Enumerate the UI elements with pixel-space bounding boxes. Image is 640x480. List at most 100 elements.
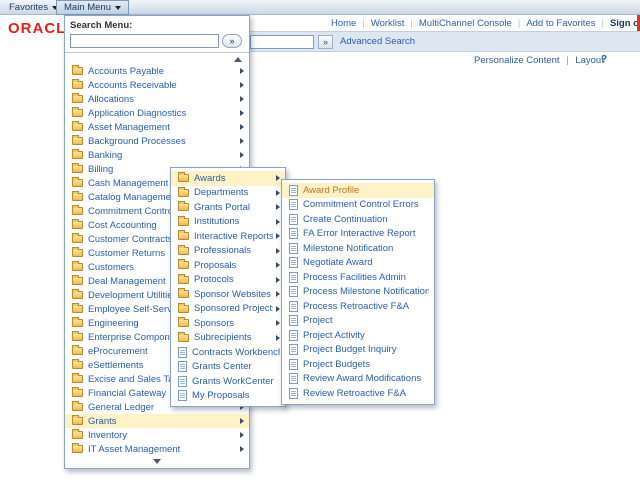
- menu-item[interactable]: Commitment Control Errors: [282, 198, 434, 213]
- menu-item[interactable]: Grants: [65, 414, 249, 428]
- menu-item-label: Process Facilities Admin: [303, 272, 429, 283]
- folder-icon: [178, 276, 189, 284]
- menu-item[interactable]: Create Continuation: [282, 212, 434, 227]
- nav-link[interactable]: Home: [331, 18, 356, 29]
- document-icon: [289, 228, 298, 239]
- menu-scroll-up-button[interactable]: [65, 54, 249, 64]
- menu-item[interactable]: Process Retroactive F&A: [282, 299, 434, 314]
- folder-icon: [72, 235, 83, 243]
- menu-item[interactable]: Background Processes: [65, 134, 249, 148]
- menu-item[interactable]: Institutions: [171, 215, 285, 230]
- document-icon: [289, 359, 298, 370]
- menu-item[interactable]: Grants WorkCenter: [171, 374, 285, 389]
- menu-item[interactable]: Review Retroactive F&A: [282, 386, 434, 401]
- menu-item-label: Sponsor Websites: [194, 289, 273, 300]
- nav-link[interactable]: Worklist: [356, 18, 404, 29]
- folder-icon: [72, 445, 83, 453]
- menu-item[interactable]: Project Activity: [282, 328, 434, 343]
- folder-icon: [72, 347, 83, 355]
- advanced-search-link[interactable]: Advanced Search: [340, 36, 415, 47]
- header-search-go-button[interactable]: »: [318, 35, 333, 49]
- document-icon: [289, 199, 298, 210]
- menu-item-label: Grants: [88, 416, 237, 427]
- menu-item[interactable]: Sponsored Projects Office: [171, 302, 285, 317]
- menu-item-label: Sponsors: [194, 318, 273, 329]
- menu-item[interactable]: My Proposals: [171, 389, 285, 404]
- search-menu-title: Search Menu:: [70, 20, 244, 31]
- menu-item[interactable]: Project Budgets: [282, 357, 434, 372]
- menu-item-label: Interactive Reports: [194, 231, 273, 242]
- menu-item[interactable]: Interactive Reports: [171, 229, 285, 244]
- menu-item-label: FA Error Interactive Report: [303, 228, 429, 239]
- menu-item[interactable]: Grants Center: [171, 360, 285, 375]
- menu-item[interactable]: Contracts Workbench: [171, 345, 285, 360]
- folder-icon: [72, 389, 83, 397]
- menu-item[interactable]: Allocations: [65, 92, 249, 106]
- menu-item[interactable]: Protocols: [171, 273, 285, 288]
- menu-item-label: Application Diagnostics: [88, 108, 237, 119]
- personalize-content-link[interactable]: Personalize Content: [474, 55, 560, 66]
- menu-item[interactable]: Application Diagnostics: [65, 106, 249, 120]
- main-menu-button[interactable]: Main Menu: [56, 0, 129, 15]
- menu-item-label: Accounts Payable: [88, 66, 237, 77]
- menu-item[interactable]: FA Error Interactive Report: [282, 227, 434, 242]
- menu-item[interactable]: Asset Management: [65, 120, 249, 134]
- menu-item[interactable]: Professionals: [171, 244, 285, 259]
- document-icon: [178, 376, 187, 387]
- menu-item-label: Grants Center: [192, 361, 280, 372]
- folder-icon: [178, 174, 189, 182]
- menu-item[interactable]: Project: [282, 314, 434, 329]
- nav-link[interactable]: Add to Favorites: [512, 18, 596, 29]
- folder-icon: [72, 81, 83, 89]
- menu-scroll-down-button[interactable]: [65, 456, 249, 466]
- layout-link[interactable]: Layout: [575, 55, 604, 66]
- folder-icon: [72, 109, 83, 117]
- menu-item-label: Banking: [88, 150, 237, 161]
- document-icon: [289, 315, 298, 326]
- menu-item[interactable]: Process Milestone Notification: [282, 285, 434, 300]
- menu-item[interactable]: Review Award Modifications: [282, 372, 434, 387]
- menu-item[interactable]: Project Budget Inquiry: [282, 343, 434, 358]
- search-menu-header: Search Menu: »: [65, 16, 249, 51]
- menu-item-label: Process Milestone Notification: [303, 286, 429, 297]
- top-menu-bar: Favorites Main Menu: [0, 0, 640, 15]
- menu-item[interactable]: Departments: [171, 186, 285, 201]
- menu-item-label: Inventory: [88, 430, 237, 441]
- document-icon: [289, 286, 298, 297]
- menu-item[interactable]: IT Asset Management: [65, 442, 249, 456]
- folder-icon: [72, 221, 83, 229]
- menu-item[interactable]: Proposals: [171, 258, 285, 273]
- menu-search-go-button[interactable]: »: [222, 34, 242, 48]
- menu-item[interactable]: Process Facilities Admin: [282, 270, 434, 285]
- menu-item[interactable]: Negotiate Award: [282, 256, 434, 271]
- menu-item[interactable]: Sponsor Websites: [171, 287, 285, 302]
- menu-item[interactable]: Banking: [65, 148, 249, 162]
- menu-item-label: Negotiate Award: [303, 257, 429, 268]
- menu-item[interactable]: Awards: [171, 171, 285, 186]
- document-icon: [289, 330, 298, 341]
- menu-item[interactable]: Accounts Payable: [65, 64, 249, 78]
- menu-item-label: Review Award Modifications: [303, 373, 429, 384]
- menu-item-label: Institutions: [194, 216, 273, 227]
- menu-item[interactable]: Sponsors: [171, 316, 285, 331]
- menu-search-input[interactable]: [70, 34, 219, 48]
- nav-link[interactable]: MultiChannel Console: [404, 18, 511, 29]
- menu-item-label: Project Budget Inquiry: [303, 344, 429, 355]
- folder-icon: [72, 291, 83, 299]
- folder-icon: [72, 263, 83, 271]
- awards-submenu-list: Award Profile Commitment Control Errors …: [282, 183, 434, 401]
- document-icon: [289, 373, 298, 384]
- help-icon[interactable]: ?: [601, 54, 607, 65]
- document-icon: [289, 243, 298, 254]
- sign-out-link[interactable]: Sign out: [595, 18, 640, 29]
- menu-item-label: Asset Management: [88, 122, 237, 133]
- menu-item[interactable]: Subrecipients: [171, 331, 285, 346]
- menu-item[interactable]: Accounts Receivable: [65, 78, 249, 92]
- folder-icon: [72, 137, 83, 145]
- header-search-input[interactable]: [250, 35, 314, 49]
- menu-item[interactable]: Inventory: [65, 428, 249, 442]
- menu-item[interactable]: Milestone Notification: [282, 241, 434, 256]
- menu-item-label: Project Activity: [303, 330, 429, 341]
- menu-item[interactable]: Grants Portal: [171, 200, 285, 215]
- menu-item[interactable]: Award Profile: [282, 183, 434, 198]
